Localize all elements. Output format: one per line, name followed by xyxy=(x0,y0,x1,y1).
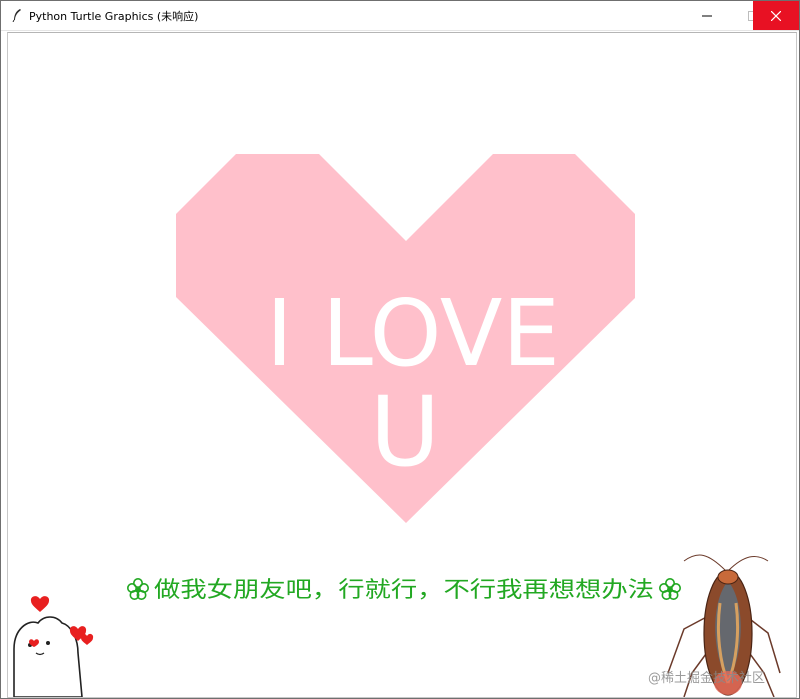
watermark: @稀土掘金技术社区 xyxy=(648,671,766,686)
flower-icon xyxy=(659,578,681,600)
heart-text-u: U xyxy=(370,376,440,488)
title-bar[interactable]: Python Turtle Graphics (未响应) xyxy=(1,1,799,31)
minimize-button[interactable] xyxy=(684,1,730,30)
close-icon xyxy=(771,10,781,21)
flower-icon xyxy=(127,578,149,600)
caption-text: 做我女朋友吧，行就行，不行我再想想办法 xyxy=(154,578,654,603)
turtle-window: Python Turtle Graphics (未响应) I LOVE U 做我… xyxy=(0,0,800,699)
close-button[interactable] xyxy=(753,1,799,30)
cartoon-bunny-sticker xyxy=(13,596,94,697)
turtle-canvas[interactable]: I LOVE U 做我女朋友吧，行就行，不行我再想想办法 xyxy=(7,32,797,698)
heart-text-love: I LOVE xyxy=(266,280,560,387)
minimize-icon xyxy=(702,15,712,16)
feather-icon xyxy=(12,9,21,22)
window-title: Python Turtle Graphics (未响应) xyxy=(29,10,199,23)
canvas-drawing: I LOVE U 做我女朋友吧，行就行，不行我再想想办法 xyxy=(13,154,781,697)
